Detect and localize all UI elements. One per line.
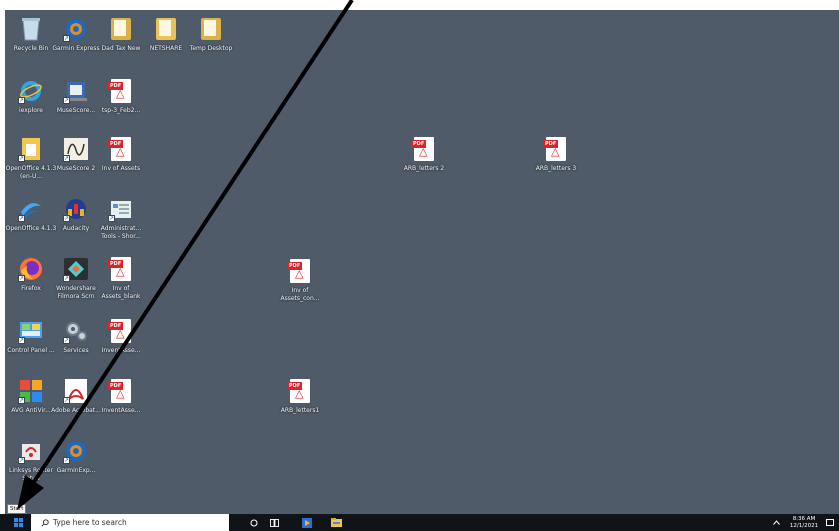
- annotation-arrow: [17, 0, 354, 510]
